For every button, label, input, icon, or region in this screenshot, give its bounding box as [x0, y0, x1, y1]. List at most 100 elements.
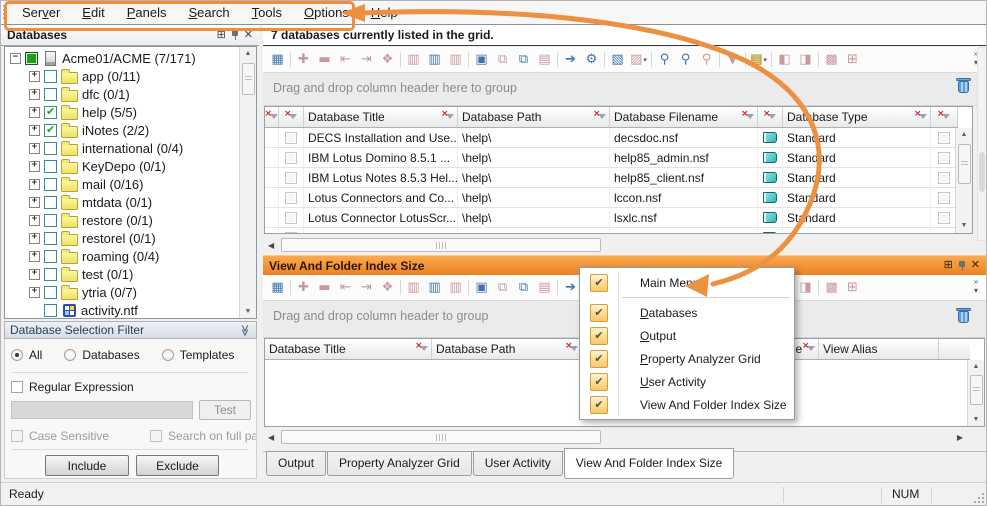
scroll-right-arrow[interactable]: ▶	[957, 433, 963, 442]
column-filter-icon[interactable]	[914, 112, 928, 123]
tree-item[interactable]: international (0/4)	[5, 139, 256, 157]
grid-export-icon[interactable]: ▩ ▾	[822, 50, 841, 69]
tree-item[interactable]: activity.ntf	[5, 301, 256, 319]
zoom-text-icon[interactable]: ⚲ ▾	[676, 50, 695, 69]
tree-item[interactable]: KeyDepo (0/1)	[5, 157, 256, 175]
tree-checkbox[interactable]	[44, 250, 57, 263]
panel-tab[interactable]: View And Folder Index Size	[564, 448, 735, 479]
row-checkbox[interactable]	[285, 192, 297, 204]
grid-settings-icon[interactable]: ▧ ▾	[608, 50, 627, 69]
regex-checkbox[interactable]	[11, 381, 23, 393]
copy-options-icon[interactable]: ▤ ▾	[535, 278, 554, 297]
column-filter-icon[interactable]	[937, 112, 951, 123]
unfreeze-column-icon[interactable]: ▥ ▾	[446, 278, 465, 297]
table-row[interactable]: DECS Installation and Use... \help\ decs…	[265, 128, 958, 148]
column-header-database-title[interactable]: Database Title	[265, 339, 432, 359]
row-checkbox[interactable]	[938, 172, 950, 184]
export-icon[interactable]: ➔ ▾	[561, 278, 580, 297]
tree-checkbox[interactable]	[44, 304, 57, 317]
send-to-grid-icon[interactable]: ⇤ ▾	[336, 278, 355, 297]
append-to-grid-icon[interactable]: ⇥ ▾	[357, 50, 376, 69]
tree-checkbox[interactable]	[44, 232, 57, 245]
menu-item[interactable]: Tools	[241, 2, 293, 23]
database-manager-icon[interactable]: ▦ ▾	[268, 50, 287, 69]
tree-expander-icon[interactable]	[29, 287, 40, 298]
menu-checkbox-checked[interactable]: ✔	[590, 373, 608, 391]
tree-item[interactable]: dfc (0/1)	[5, 85, 256, 103]
menu-checkbox-checked[interactable]: ✔	[590, 304, 608, 322]
collapse-columns-icon[interactable]: ◧ ▾	[775, 50, 794, 69]
scroll-thumb[interactable]	[281, 430, 601, 444]
row-checkbox[interactable]	[285, 212, 297, 224]
scroll-left-arrow[interactable]: ◀	[268, 433, 274, 442]
tree-expander-icon[interactable]	[29, 125, 40, 136]
panel-tab[interactable]: Property Analyzer Grid	[327, 451, 472, 476]
tree-item[interactable]: test (0/1)	[5, 265, 256, 283]
tree-expander-icon[interactable]	[29, 161, 40, 172]
send-to-grid-icon[interactable]: ⇤ ▾	[336, 50, 355, 69]
tree-checkbox[interactable]	[44, 70, 57, 83]
exclude-button[interactable]: Exclude	[136, 455, 219, 476]
tree-item[interactable]: roaming (0/4)	[5, 247, 256, 265]
scroll-down-arrow[interactable]: ▼	[968, 416, 984, 423]
column-header-database-title[interactable]: Database Title	[304, 107, 458, 127]
copy-table-icon[interactable]: ⧉ ▾	[514, 50, 533, 69]
close-icon[interactable]: ✕	[971, 260, 980, 271]
tree-item[interactable]: Acme01/ACME (7/171)	[5, 49, 256, 67]
case-sensitive-checkbox[interactable]	[11, 430, 23, 442]
tree-item[interactable]: restore (0/1)	[5, 211, 256, 229]
scroll-thumb[interactable]	[958, 144, 971, 184]
context-menu-item[interactable]: ✔ View And Folder Index Size	[580, 393, 794, 416]
cell-selection-icon[interactable]: ▣ ▾	[472, 278, 491, 297]
tree-expander-icon[interactable]	[29, 107, 40, 118]
row-checkbox[interactable]	[285, 152, 297, 164]
tree-checkbox[interactable]	[44, 178, 57, 191]
tree-item[interactable]: ytria (0/7)	[5, 283, 256, 301]
row-checkbox[interactable]	[938, 212, 950, 224]
tree-checkbox[interactable]	[44, 142, 57, 155]
tree-item[interactable]: restorel (0/1)	[5, 229, 256, 247]
scroll-thumb[interactable]	[281, 238, 601, 252]
close-icon[interactable]: ✕	[244, 30, 253, 41]
tree-expander-icon[interactable]	[29, 179, 40, 190]
panel-tab[interactable]: Output	[266, 451, 326, 476]
tree-checkbox[interactable]	[44, 88, 57, 101]
tree-item[interactable]: app (0/11)	[5, 67, 256, 85]
grid-import-icon[interactable]: ⊞ ▾	[843, 50, 862, 69]
row-checkbox[interactable]	[285, 172, 297, 184]
database-manager-icon[interactable]: ▦ ▾	[268, 278, 287, 297]
table-row[interactable]: IBM Lotus Notes 8.5.3 Hel... \help\ help…	[265, 168, 958, 188]
pin-icon[interactable]	[231, 29, 239, 41]
menu-checkbox-checked[interactable]: ✔	[590, 350, 608, 368]
tree-checkbox[interactable]	[44, 124, 57, 137]
grid-horizontal-scrollbar[interactable]: ◀ ▶	[264, 429, 985, 446]
tree-expander-icon[interactable]	[29, 89, 40, 100]
toolbar-overflow-button[interactable]: »▾	[968, 277, 984, 295]
tree-scrollbar[interactable]: ▲ ▼	[239, 47, 256, 318]
tree-checkbox[interactable]	[44, 196, 57, 209]
freeze-left-column-icon[interactable]: ▥ ▾	[404, 50, 423, 69]
tree-checkbox[interactable]	[44, 106, 57, 119]
column-header-database-type[interactable]: Database Type	[783, 107, 931, 127]
table-row[interactable]: Lotus Connector LotusScr... \help\ lsxlc…	[265, 208, 958, 228]
zoom-reset-icon[interactable]: ⚲ ▾	[697, 50, 716, 69]
full-path-checkbox[interactable]	[150, 430, 162, 442]
menu-checkbox-checked[interactable]: ✔	[590, 396, 608, 414]
grid-import-icon[interactable]: ⊞ ▾	[843, 278, 862, 297]
grid-horizontal-scrollbar[interactable]: ◀	[264, 237, 973, 254]
scroll-thumb[interactable]	[242, 63, 255, 95]
column-filter-icon[interactable]	[741, 112, 755, 123]
test-button[interactable]: Test	[199, 400, 251, 420]
grid-layout-icon[interactable]: ▨ ▾	[629, 50, 648, 69]
expand-panel-icon[interactable]: ⊞	[944, 260, 953, 271]
grid-vertical-scrollbar[interactable]: ▲ ▼	[967, 360, 984, 426]
unfreeze-column-icon[interactable]: ▥ ▾	[446, 50, 465, 69]
dropdown-caret-icon[interactable]: ▾	[643, 56, 647, 64]
full-path-row[interactable]: Search on full pa	[150, 429, 256, 443]
collapse-chevron-icon[interactable]: ≫	[239, 324, 252, 336]
pin-icon[interactable]	[958, 260, 966, 272]
tree-expander-icon[interactable]	[29, 233, 40, 244]
case-sensitive-row[interactable]: Case Sensitive	[11, 429, 109, 443]
tree-expander-icon[interactable]	[29, 215, 40, 226]
diagram-icon[interactable]: ❖ ▾	[378, 278, 397, 297]
